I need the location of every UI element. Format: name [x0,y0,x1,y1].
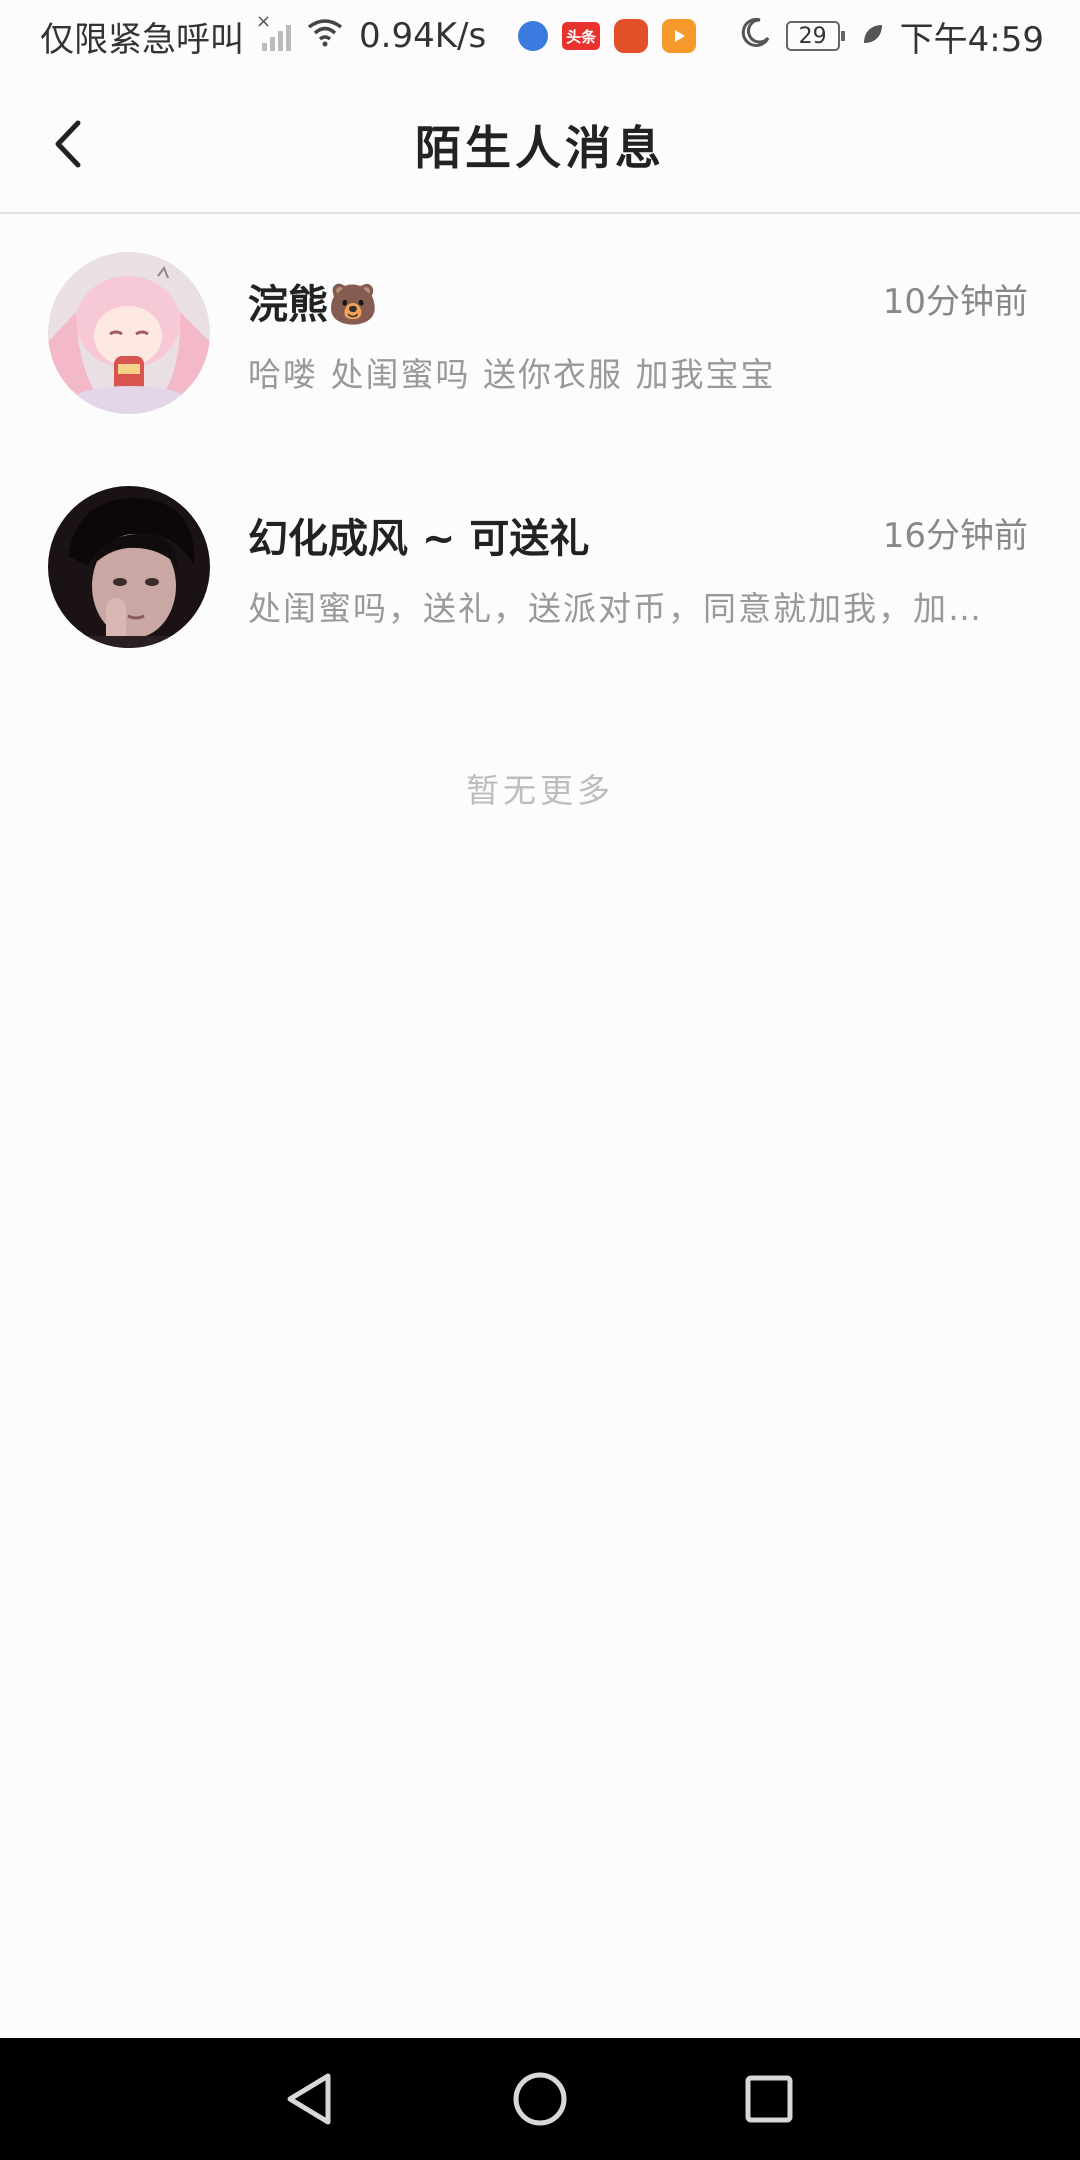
wifi-icon [305,16,345,56]
avatar[interactable] [48,486,210,648]
carrier-text: 仅限紧急呼叫 [40,19,244,60]
message-time: 16分钟前 [882,516,1028,556]
message-time: 10分钟前 [882,282,1028,322]
top-app-bar: 陌生人消息 [0,72,1080,214]
nav-home-button[interactable] [507,2066,573,2132]
message-preview: 哈喽 处闺蜜吗 送你衣服 加我宝宝 [248,355,776,394]
contact-name: 幻化成风 ~ 可送礼 [248,516,590,562]
system-nav-bar [0,2038,1080,2160]
conversation-list: 浣熊🐻 10分钟前 哈喽 处闺蜜吗 送你衣服 加我宝宝 幻化成风 ~ 可送礼 1… [0,216,1080,684]
leaf-icon [860,16,886,56]
status-bar: 仅限紧急呼叫 × 0.94K/s 头条 29 下午4:59 [0,0,1080,72]
circle-home-icon [513,2072,567,2126]
conversation-item[interactable]: 浣熊🐻 10分钟前 哈喽 处闺蜜吗 送你衣服 加我宝宝 [0,216,1080,450]
avatar[interactable] [48,252,210,414]
page-title: 陌生人消息 [415,121,665,175]
battery-level: 29 [798,23,827,49]
conversation-item[interactable]: 幻化成风 ~ 可送礼 16分钟前 处闺蜜吗，送礼，送派对币，同意就加我，加… [0,450,1080,684]
clock-time: 下午4:59 [899,19,1044,60]
toutiao-label: 头条 [566,27,597,46]
triangle-back-icon [287,2073,331,2125]
list-end-text: 暂无更多 [466,771,614,810]
nav-back-button[interactable] [276,2066,342,2132]
net-speed: 0.94K/s [359,16,487,56]
square-recents-icon [745,2075,793,2123]
browser-app-icon [518,21,549,51]
moon-icon [740,16,772,57]
message-preview: 处闺蜜吗，送礼，送派对币，同意就加我，加… [248,589,983,628]
battery-icon: 29 [785,21,845,51]
stranger-messages-screen: 仅限紧急呼叫 × 0.94K/s 头条 29 下午4:59 陌生人消息 浣熊🐻 … [0,0,1080,2160]
status-left: 仅限紧急呼叫 × 0.94K/s 头条 [40,11,740,61]
status-right: 29 下午4:59 [740,12,1044,61]
contact-name: 浣熊🐻 [248,282,378,328]
signal-icon: × [256,11,291,51]
video-app-icon [662,19,697,53]
nav-recents-button[interactable] [736,2066,802,2132]
toutiao-app-icon: 头条 [562,22,601,50]
robot-app-icon [614,19,649,53]
